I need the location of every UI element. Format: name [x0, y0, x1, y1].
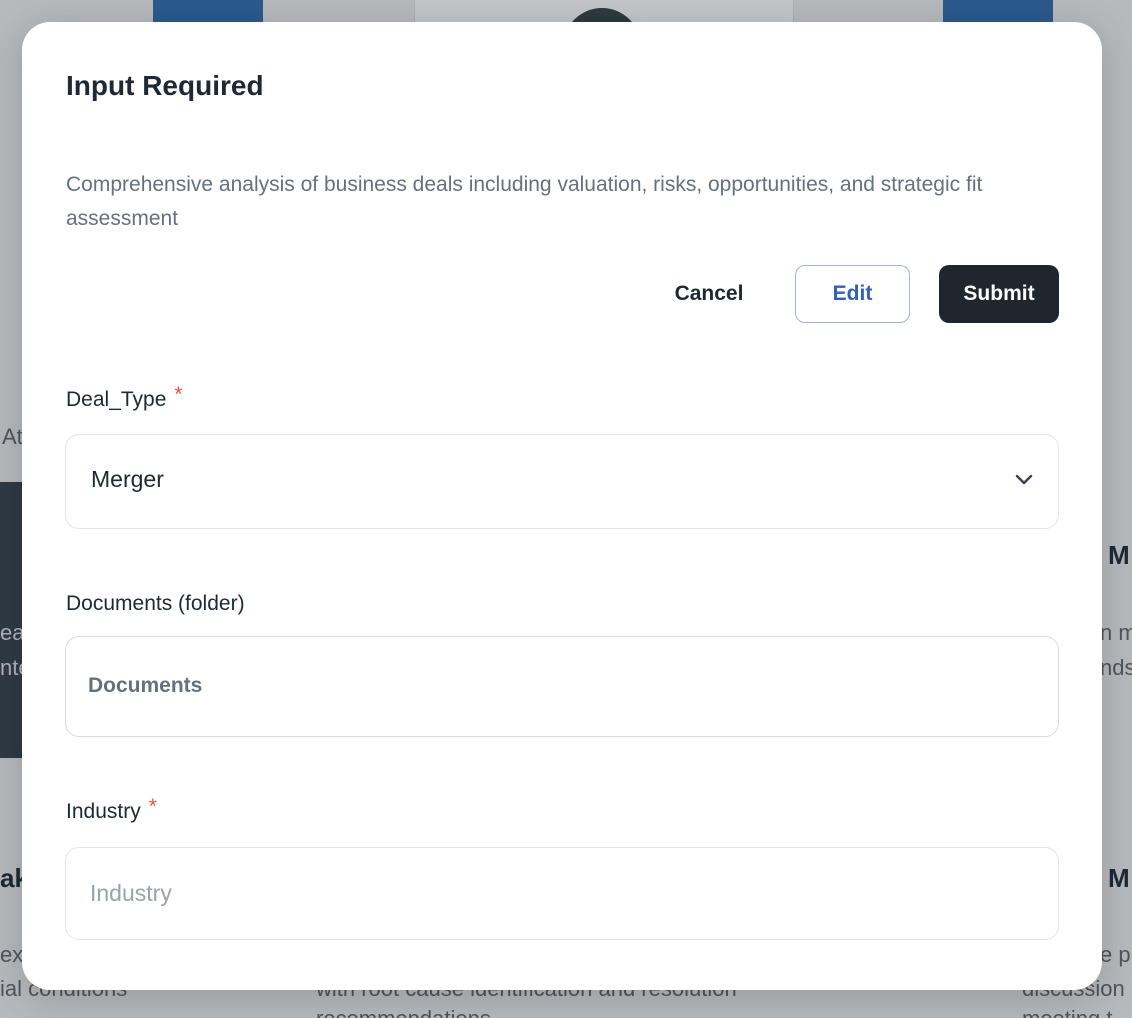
- dialog-title: Input Required: [66, 70, 264, 101]
- cancel-button[interactable]: Cancel: [650, 265, 768, 323]
- background-text: At: [2, 424, 23, 449]
- industry-label: Industry *: [66, 795, 157, 824]
- background-text: recommendations: [316, 1006, 491, 1018]
- industry-label-text: Industry: [66, 800, 141, 823]
- documents-folder-picker[interactable]: Documents: [65, 636, 1059, 737]
- chevron-down-icon: [1015, 474, 1033, 485]
- deal-type-select[interactable]: Merger: [65, 434, 1059, 529]
- background-text: e p: [1100, 942, 1131, 967]
- deal-type-label-text: Deal_Type: [66, 388, 167, 411]
- background-card-title: M: [1108, 540, 1130, 570]
- documents-label: Documents (folder): [66, 592, 245, 616]
- required-asterisk: *: [148, 795, 157, 818]
- documents-label-text: Documents (folder): [66, 592, 245, 615]
- background-text: n m: [1100, 620, 1132, 645]
- dialog-description: Comprehensive analysis of business deals…: [66, 173, 983, 230]
- background-text: ex: [0, 942, 24, 967]
- required-asterisk: *: [174, 383, 183, 406]
- deal-type-selected-value: Merger: [91, 466, 164, 492]
- input-required-dialog: Input Required Comprehensive analysis of…: [22, 22, 1102, 990]
- deal-type-label: Deal_Type *: [66, 383, 183, 412]
- edit-button[interactable]: Edit: [795, 265, 910, 323]
- background-text: ea: [0, 620, 25, 645]
- documents-folder-value: Documents: [88, 674, 203, 697]
- background-text: meeting t: [1022, 1006, 1113, 1018]
- submit-button[interactable]: Submit: [939, 265, 1059, 323]
- industry-input[interactable]: [65, 847, 1059, 940]
- background-card-title: M: [1108, 863, 1130, 893]
- background-text: nds: [1100, 655, 1132, 680]
